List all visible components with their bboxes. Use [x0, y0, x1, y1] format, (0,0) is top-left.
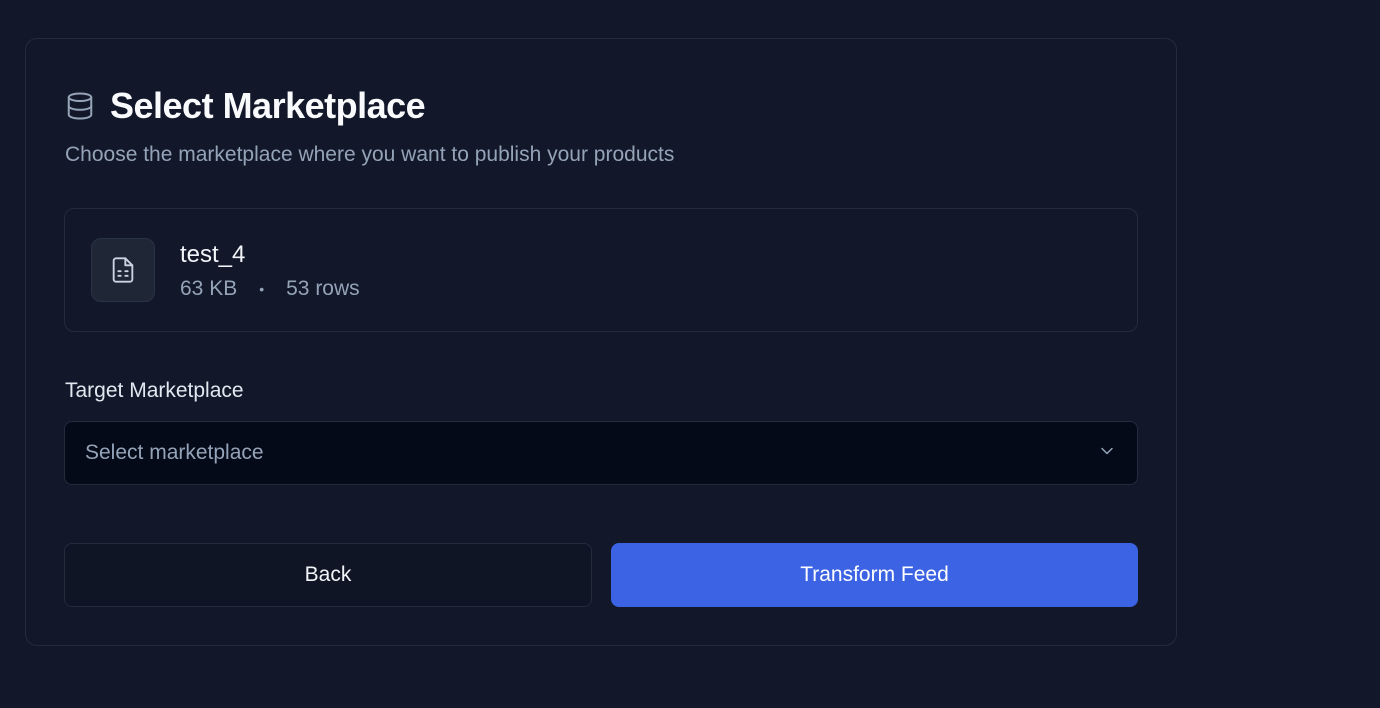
chevron-down-icon — [1097, 441, 1117, 466]
file-meta: 63 KB • 53 rows — [180, 277, 360, 301]
transform-feed-button[interactable]: Transform Feed — [611, 543, 1138, 607]
marketplace-card: Select Marketplace Choose the marketplac… — [25, 38, 1177, 646]
marketplace-select-placeholder: Select marketplace — [85, 441, 264, 464]
page-title: Select Marketplace — [110, 85, 426, 126]
back-button[interactable]: Back — [64, 543, 592, 607]
file-name: test_4 — [180, 241, 246, 268]
file-spreadsheet-icon — [91, 238, 155, 302]
marketplace-select[interactable]: Select marketplace — [64, 421, 1138, 485]
meta-separator: • — [259, 281, 265, 297]
card-header: Select Marketplace — [65, 85, 426, 126]
target-marketplace-label: Target Marketplace — [65, 379, 244, 402]
selected-file-card: test_4 63 KB • 53 rows — [64, 208, 1138, 332]
database-icon — [65, 90, 95, 122]
file-size: 63 KB — [180, 277, 238, 300]
file-row-count: 53 rows — [286, 277, 360, 300]
page-subtitle: Choose the marketplace where you want to… — [65, 143, 675, 166]
